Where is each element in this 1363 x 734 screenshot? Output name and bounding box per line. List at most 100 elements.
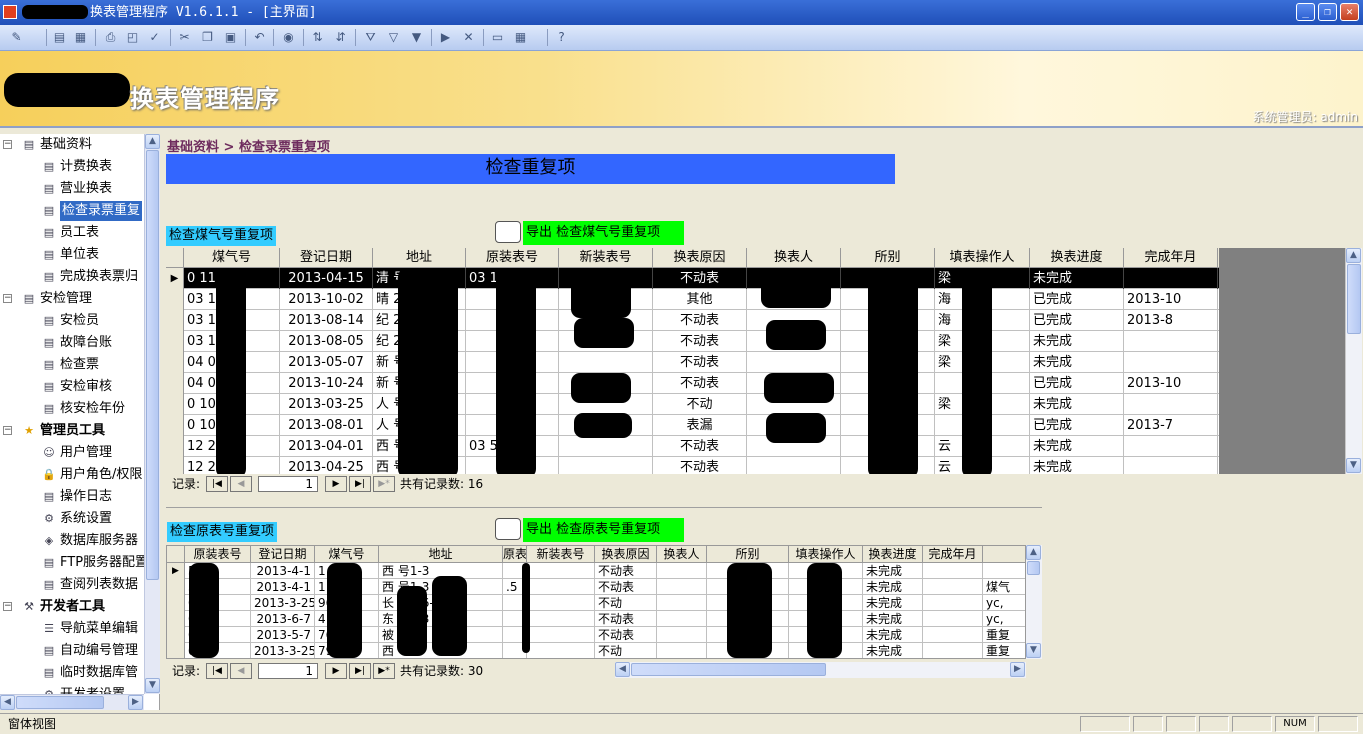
scroll-right-icon[interactable]: ▶ [128,695,143,710]
tree-expander-icon[interactable]: − [3,602,12,611]
column-header[interactable]: 所别 [841,248,935,268]
first-record-button[interactable]: |◀ [206,476,228,492]
table-cell[interactable] [657,643,707,658]
print-icon[interactable]: ⎙ [102,29,119,46]
table-cell[interactable]: 2013-8 [1124,310,1218,331]
scroll-left-icon[interactable]: ◀ [615,662,630,677]
table-cell[interactable]: 不动表 [595,627,657,643]
scroll-up-icon[interactable]: ▲ [1026,545,1041,560]
table-cell[interactable] [527,579,595,595]
record-selector[interactable] [167,611,185,627]
first-record-button[interactable]: |◀ [206,663,228,679]
column-header[interactable]: 所别 [707,546,789,563]
last-record-button[interactable]: ▶| [349,476,371,492]
nav-item[interactable]: ◈ 数据库服务器 [0,531,144,551]
section1-export-checkbox[interactable] [495,221,521,243]
record-selector[interactable] [167,595,185,611]
new-object-icon[interactable]: ▦ [512,29,529,46]
table-row[interactable]: 0 102013-08-01人 号2-表漏已完成2013-7 [166,415,1219,436]
export-gas-number-duplicates-button[interactable]: 导出 检查煤气号重复项 [523,221,684,245]
column-header[interactable] [167,546,185,563]
table-row[interactable]: 0 10 2013-03-25 人 号不动梁未完成 [166,394,1219,415]
table-cell[interactable]: 未完成 [863,643,923,658]
help-icon[interactable]: ? [553,29,570,46]
table-cell[interactable]: 2013-08-01 [280,415,373,436]
nav-item[interactable]: ▤ 临时数据库管 [0,663,144,683]
table-cell[interactable]: 2013-10 [1124,373,1218,394]
column-header[interactable]: 填表操作人 [935,248,1030,268]
table-cell[interactable]: 2013-05-07 [280,352,373,373]
column-header[interactable]: 完成年月 [1124,248,1218,268]
table-row[interactable]: 02013-5-7 76被 号6不动表未完成重复 [167,627,1025,643]
nav-item[interactable]: ☰ 导航菜单编辑 [0,619,144,639]
table-cell[interactable]: 2013-04-01 [280,436,373,457]
tree-expander-icon[interactable]: − [3,426,12,435]
scroll-thumb[interactable] [1347,264,1361,334]
table-cell[interactable] [657,563,707,579]
nav-item[interactable]: ▤ 核安检年份 [0,399,144,419]
table-cell[interactable]: 不动表 [653,352,747,373]
table-row[interactable]: 03 151 2013-08-14 纪 2-3 不动表海已完成 2013-8 [166,310,1219,331]
table-cell[interactable] [923,627,983,643]
nav-item[interactable]: ▤ FTP服务器配置 [0,553,148,573]
previous-record-button[interactable]: ◀ [230,476,252,492]
print-preview-icon[interactable]: ◰ [124,29,141,46]
table-cell[interactable]: 不动表 [653,331,747,352]
column-header[interactable]: 登记日期 [251,546,315,563]
record-selector[interactable] [166,457,184,474]
scroll-thumb[interactable] [16,696,104,709]
table-cell[interactable] [983,563,1025,579]
record-selector[interactable] [166,289,184,310]
column-header[interactable]: 煤气号 [315,546,379,563]
previous-record-button[interactable]: ◀ [230,663,252,679]
table-cell[interactable]: 不动表 [595,579,657,595]
table-cell[interactable] [559,436,653,457]
record-selector[interactable] [166,310,184,331]
table-row[interactable]: ▶0 1182013-04-15清 号2-203 1 8不动表梁未完成 [166,268,1219,289]
scroll-thumb[interactable] [631,663,826,676]
table-cell[interactable] [527,627,595,643]
table-cell[interactable]: 2013-3-25 [251,643,315,658]
table-cell[interactable]: 已完成 [1030,289,1124,310]
table-cell[interactable]: 未完成 [863,595,923,611]
table-cell[interactable]: 未完成 [1030,394,1124,415]
table-cell[interactable] [747,457,841,474]
table-cell[interactable]: 2013-08-05 [280,331,373,352]
table-cell[interactable] [1124,394,1218,415]
table-cell[interactable] [527,643,595,658]
table-cell[interactable]: 不动 [653,394,747,415]
column-header[interactable]: 地址 [373,248,466,268]
table-cell[interactable]: 未完成 [1030,436,1124,457]
table-row[interactable]: 12 2492013-04-25西 号1-3不动表云未完成 [166,457,1219,474]
filter-form-icon[interactable]: ▽ [385,29,402,46]
delete-record-icon[interactable]: ✕ [460,29,477,46]
table-row[interactable]: 04 0522013-10-24新 号5-2不动表已完成2013-10 [166,373,1219,394]
column-header[interactable]: 换表进度 [863,546,923,563]
record-selector[interactable] [166,415,184,436]
record-selector[interactable]: ▶ [166,268,184,289]
scroll-up-icon[interactable]: ▲ [145,134,160,149]
column-header[interactable]: 新装表号 [527,546,595,563]
column-header[interactable]: 换表原因 [653,248,747,268]
table-cell[interactable]: 已完成 [1030,415,1124,436]
scroll-thumb[interactable] [146,150,159,580]
scroll-right-icon[interactable]: ▶ [1010,662,1025,677]
paste-icon[interactable]: ▣ [222,29,239,46]
table-cell[interactable]: 2013-3-25 [251,595,315,611]
nav-item[interactable]: ⚙ 系统设置 [0,509,144,529]
table-cell[interactable]: 2013-08-14 [280,310,373,331]
table-cell[interactable] [527,563,595,579]
nav-item[interactable]: − ▤ 基础资料 [0,135,144,155]
maximize-button[interactable]: ❐ [1318,3,1337,21]
nav-item[interactable]: ▤ 自动编号管理 [0,641,144,661]
scroll-up-icon[interactable]: ▲ [1346,248,1361,263]
table-cell[interactable]: 不动表 [653,436,747,457]
nav-item[interactable]: ▤ 操作日志 [0,487,144,507]
table-cell[interactable] [527,611,595,627]
column-header[interactable] [983,546,1025,563]
table-cell[interactable]: 2013-4-1 [251,563,315,579]
table-cell[interactable]: 2013-03-25 [280,394,373,415]
column-header[interactable]: 填表操作人 [789,546,863,563]
table-cell[interactable]: yc, [983,595,1025,611]
table-cell[interactable]: 不动表 [653,310,747,331]
